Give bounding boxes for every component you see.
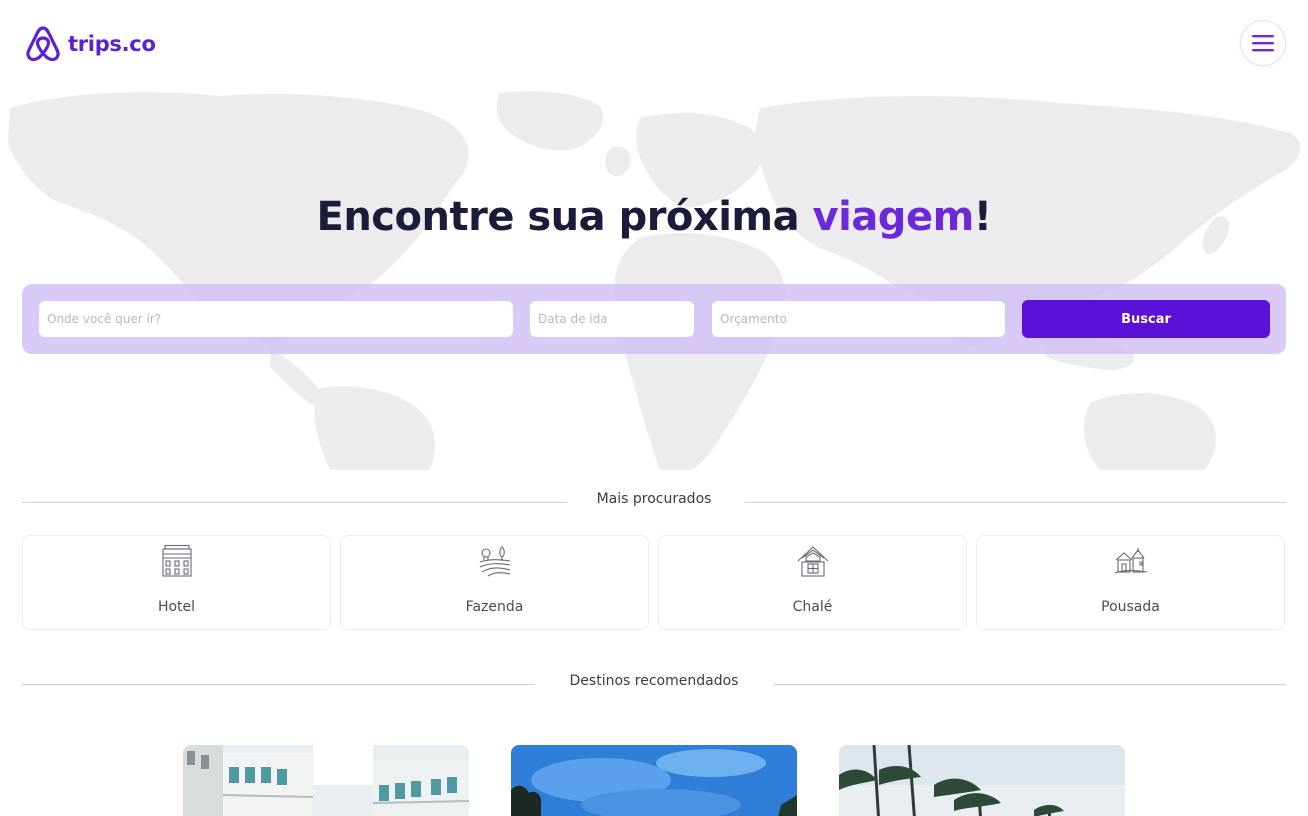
destination-card[interactable]: [511, 745, 797, 816]
world-map-illustration: [8, 91, 1301, 470]
brand-logo[interactable]: trips.co: [24, 24, 156, 64]
destination-input[interactable]: Onde você quer ir?: [39, 301, 513, 337]
most-searched-header: Mais procurados: [22, 491, 1286, 513]
most-searched-title: Mais procurados: [596, 491, 712, 507]
departure-date-input[interactable]: Data de ida: [530, 301, 694, 337]
hero-title: Encontre sua próxima viagem!: [0, 194, 1308, 240]
hero-title-suffix: !: [973, 194, 992, 240]
search-bar: Onde você quer ir? Data de ida Orçamento…: [22, 284, 1286, 354]
farm-icon: [479, 546, 510, 577]
category-label: Fazenda: [465, 599, 524, 615]
hamburger-menu-icon: [1252, 35, 1274, 52]
hotel-icon: [161, 544, 192, 577]
menu-button[interactable]: [1240, 20, 1286, 66]
top-header: trips.co: [0, 0, 1308, 88]
destination-card[interactable]: [183, 745, 469, 816]
category-label: Chalé: [792, 599, 833, 615]
budget-input[interactable]: Orçamento: [712, 301, 1005, 337]
category-hotel[interactable]: Hotel: [22, 535, 331, 630]
chalet-icon: [797, 546, 828, 577]
search-button[interactable]: Buscar: [1022, 300, 1270, 338]
palm-trees-beach-photo: [839, 745, 1125, 816]
hero-section: Encontre sua próxima viagem! Onde você q…: [0, 88, 1308, 470]
recommended-title: Destinos recomendados: [569, 673, 739, 689]
recommended-header: Destinos recomendados: [22, 673, 1286, 695]
airbnb-style-loop-icon: [26, 26, 60, 62]
category-label: Hotel: [157, 599, 196, 615]
divider-line: [744, 502, 1286, 503]
brand-name: trips.co: [68, 32, 156, 56]
category-farm[interactable]: Fazenda: [340, 535, 649, 630]
hotel-building-photo: [183, 745, 469, 816]
category-chalet[interactable]: Chalé: [658, 535, 967, 630]
inn-icon: [1114, 548, 1147, 574]
category-label: Pousada: [1101, 599, 1160, 615]
destination-card[interactable]: [839, 745, 1125, 816]
hero-title-accent: viagem: [812, 194, 975, 240]
tropical-sky-photo: [511, 745, 797, 816]
divider-line: [774, 684, 1286, 685]
category-inn[interactable]: Pousada: [976, 535, 1285, 630]
hero-title-prefix: Encontre sua próxima: [316, 194, 813, 240]
